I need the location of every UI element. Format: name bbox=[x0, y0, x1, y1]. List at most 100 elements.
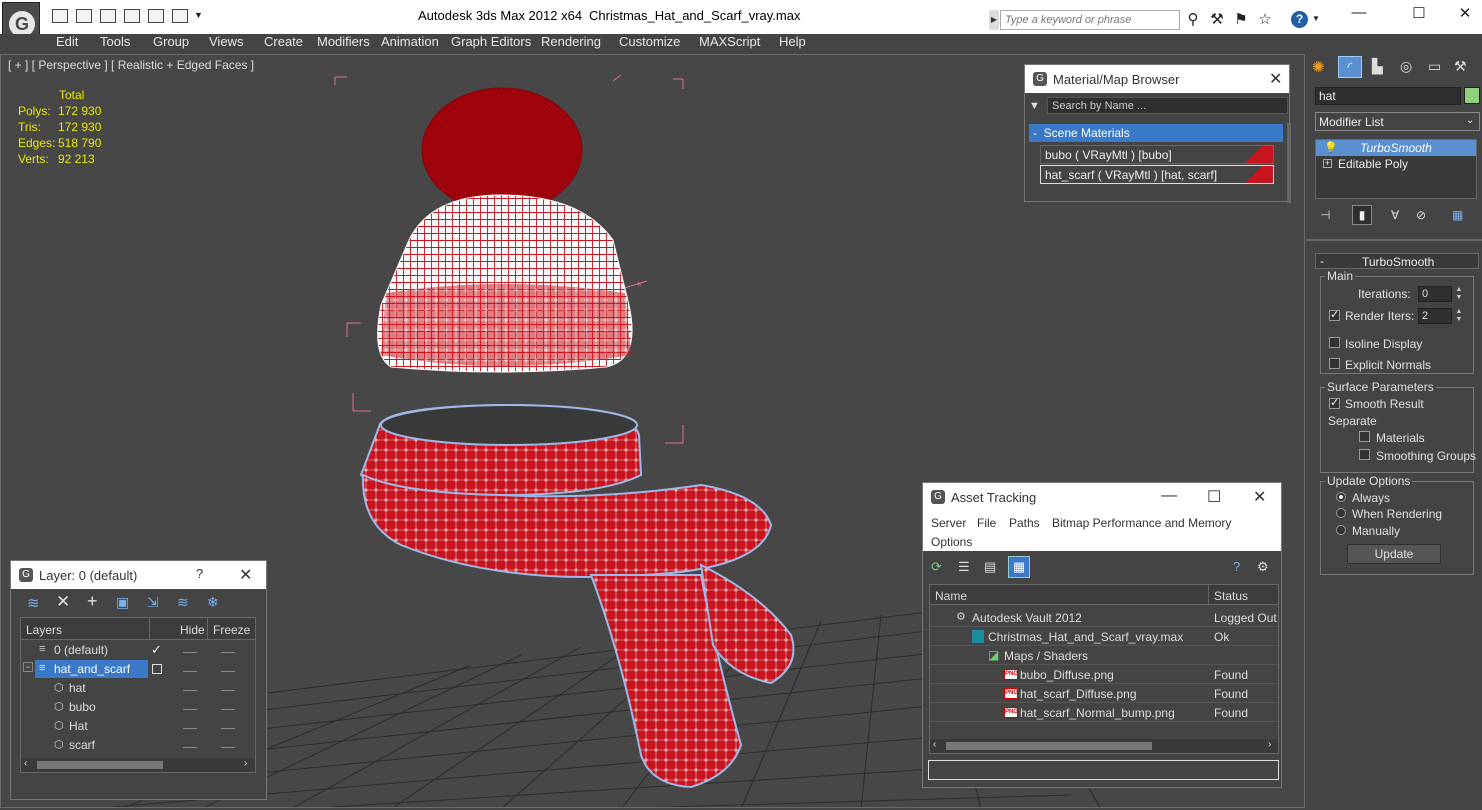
create-tab-icon[interactable]: ✺ bbox=[1312, 58, 1325, 76]
utilities-tab-icon[interactable]: ⚒ bbox=[1454, 58, 1467, 75]
pin-stack-icon[interactable]: ⊣ bbox=[1320, 208, 1330, 222]
hide-toggle[interactable] bbox=[183, 709, 197, 710]
turbosmooth-rollout-header[interactable]: - TurboSmooth bbox=[1315, 253, 1479, 269]
modifier-list-dropdown[interactable]: Modifier List ⌄ bbox=[1315, 112, 1480, 131]
layer-help-button[interactable]: ? bbox=[196, 566, 203, 581]
separate-materials-checkbox[interactable] bbox=[1359, 431, 1370, 442]
menu-customize[interactable]: Customize bbox=[619, 34, 680, 54]
show-end-result-icon[interactable]: ▮ bbox=[1352, 205, 1372, 225]
collapse-layer-icon[interactable]: − bbox=[23, 662, 33, 672]
make-current-box[interactable] bbox=[152, 664, 162, 674]
help-icon[interactable]: ? bbox=[1291, 11, 1308, 28]
browser-options-icon[interactable]: ▼ bbox=[1029, 100, 1040, 112]
menu-create[interactable]: Create bbox=[264, 34, 303, 54]
display-tab-icon[interactable]: ▭ bbox=[1428, 58, 1441, 75]
browser-scrollbar[interactable] bbox=[1287, 123, 1291, 203]
layer-object-row[interactable]: ⬡ hat bbox=[21, 679, 254, 698]
column-layers[interactable]: Layers bbox=[26, 623, 62, 637]
highlight-layer-icon[interactable]: ⇲ bbox=[147, 594, 159, 611]
freeze-toggle[interactable] bbox=[221, 709, 235, 710]
freeze-toggle[interactable] bbox=[221, 747, 235, 748]
delete-layer-icon[interactable]: ✕ bbox=[56, 592, 70, 612]
object-color-swatch[interactable] bbox=[1464, 87, 1480, 104]
asset-path-field[interactable] bbox=[928, 760, 1279, 780]
update-when-rendering-radio[interactable] bbox=[1336, 508, 1346, 518]
asset-menu-paths[interactable]: Paths bbox=[1009, 516, 1040, 530]
add-to-layer-icon[interactable]: + bbox=[87, 591, 98, 612]
scroll-right-icon[interactable]: › bbox=[244, 758, 247, 769]
help-dropdown-icon[interactable]: ▼ bbox=[1312, 14, 1320, 23]
asset-tracking-titlebar[interactable]: G Asset Tracking — ☐ ✕ Server File Paths… bbox=[923, 483, 1281, 551]
quick-access-dropdown-icon[interactable]: ▼ bbox=[194, 10, 203, 20]
layer-object-row[interactable]: ⬡ bubo bbox=[21, 698, 254, 717]
scroll-thumb[interactable] bbox=[946, 742, 1152, 750]
menu-views[interactable]: Views bbox=[209, 34, 243, 54]
freeze-toggle[interactable] bbox=[221, 671, 235, 672]
material-browser-close-icon[interactable]: ✕ bbox=[1269, 69, 1282, 89]
menu-group[interactable]: Group bbox=[153, 34, 189, 54]
undo-icon[interactable] bbox=[124, 9, 140, 23]
save-file-icon[interactable] bbox=[76, 9, 92, 23]
separate-smoothing-groups-checkbox[interactable] bbox=[1359, 449, 1370, 460]
freeze-toggle[interactable] bbox=[221, 690, 235, 691]
layer-object-row[interactable]: ⬡ scarf bbox=[21, 736, 254, 755]
layer-row-default[interactable]: ≡ 0 (default) ✓ bbox=[21, 641, 254, 660]
minimize-button[interactable]: — bbox=[1344, 4, 1374, 24]
search-input[interactable]: Type a keyword or phrase bbox=[1000, 10, 1180, 30]
asset-menu-options[interactable]: Options bbox=[931, 535, 972, 549]
asset-row-maps-shaders[interactable]: ◪ Maps / Shaders bbox=[930, 646, 1280, 665]
iterations-spinner[interactable]: 0 bbox=[1418, 286, 1452, 302]
asset-menu-bitmap[interactable]: Bitmap Performance and Memory bbox=[1052, 516, 1231, 530]
asset-row-png[interactable]: PNG hat_scarf_Normal_bump.png Found bbox=[930, 703, 1280, 722]
render-iters-spinner[interactable]: 2 bbox=[1418, 308, 1452, 324]
update-always-radio[interactable] bbox=[1336, 492, 1346, 502]
menu-maxscript[interactable]: MAXScript bbox=[699, 34, 760, 54]
asset-minimize-button[interactable]: — bbox=[1161, 487, 1177, 505]
menu-modifiers[interactable]: Modifiers bbox=[317, 34, 370, 54]
layer-row-hat-and-scarf[interactable]: − ≡ hat_and_scarf bbox=[21, 660, 254, 679]
asset-row-png[interactable]: PNG bubo_Diffuse.png Found bbox=[930, 665, 1280, 684]
hide-toggle[interactable] bbox=[183, 652, 197, 653]
update-button[interactable]: Update bbox=[1347, 544, 1441, 564]
viewport-label[interactable]: [ + ] [ Perspective ] [ Realistic + Edge… bbox=[8, 58, 254, 72]
scene-materials-group[interactable]: - Scene Materials bbox=[1029, 124, 1283, 142]
asset-help-icon[interactable]: ? bbox=[1233, 559, 1240, 574]
hide-toggle[interactable] bbox=[183, 728, 197, 729]
freeze-toggle[interactable] bbox=[221, 728, 235, 729]
expand-icon[interactable]: + bbox=[1323, 159, 1332, 168]
layer-object-row[interactable]: ⬡ Hat bbox=[21, 717, 254, 736]
asset-settings-icon[interactable]: ⚙ bbox=[1257, 559, 1269, 575]
freeze-all-icon[interactable]: ❄ bbox=[207, 594, 219, 611]
favorites-star-icon[interactable]: ☆ bbox=[1256, 11, 1274, 29]
lightbulb-icon[interactable]: 💡 bbox=[1324, 141, 1338, 154]
layer-dialog-close-icon[interactable]: ✕ bbox=[239, 565, 252, 585]
object-name-input[interactable]: hat bbox=[1315, 87, 1461, 105]
create-layer-icon[interactable]: ≋ bbox=[27, 594, 40, 612]
asset-row-max-file[interactable]: Christmas_Hat_and_Scarf_vray.max Ok bbox=[930, 627, 1280, 646]
isoline-display-checkbox[interactable] bbox=[1329, 337, 1340, 348]
menu-tools[interactable]: Tools bbox=[100, 34, 130, 54]
menu-rendering[interactable]: Rendering bbox=[541, 34, 601, 54]
communication-center-icon[interactable]: ⚑ bbox=[1232, 11, 1250, 29]
asset-table-hscrollbar[interactable]: ‹ › bbox=[930, 739, 1278, 753]
scroll-thumb[interactable] bbox=[37, 761, 163, 769]
asset-maximize-button[interactable]: ☐ bbox=[1207, 487, 1221, 507]
freeze-toggle[interactable] bbox=[221, 652, 235, 653]
list-view-icon[interactable]: ☰ bbox=[958, 559, 970, 575]
asset-row-png[interactable]: PNG hat_scarf_Diffuse.png Found bbox=[930, 684, 1280, 703]
thumbnail-view-icon[interactable]: ▤ bbox=[984, 559, 996, 575]
material-item-hat-scarf[interactable]: hat_scarf ( VRayMtl ) [hat, scarf] bbox=[1040, 165, 1274, 184]
hide-toggle[interactable] bbox=[183, 747, 197, 748]
menu-graph-editors[interactable]: Graph Editors bbox=[451, 34, 531, 54]
binoculars-icon[interactable]: ⚲ bbox=[1184, 11, 1202, 29]
maximize-button[interactable]: ☐ bbox=[1404, 4, 1434, 24]
render-iters-checkbox[interactable] bbox=[1329, 308, 1340, 321]
motion-tab-icon[interactable]: ◎ bbox=[1400, 58, 1412, 75]
select-objects-icon[interactable]: ▣ bbox=[116, 594, 129, 611]
asset-menu-server[interactable]: Server bbox=[931, 516, 966, 530]
scroll-left-icon[interactable]: ‹ bbox=[24, 758, 27, 769]
hold-icon[interactable] bbox=[172, 9, 188, 23]
material-item-bubo[interactable]: bubo ( VRayMtl ) [bubo] bbox=[1040, 145, 1274, 164]
remove-modifier-icon[interactable]: ⊘ bbox=[1416, 208, 1426, 222]
menu-edit[interactable]: Edit bbox=[56, 34, 78, 54]
